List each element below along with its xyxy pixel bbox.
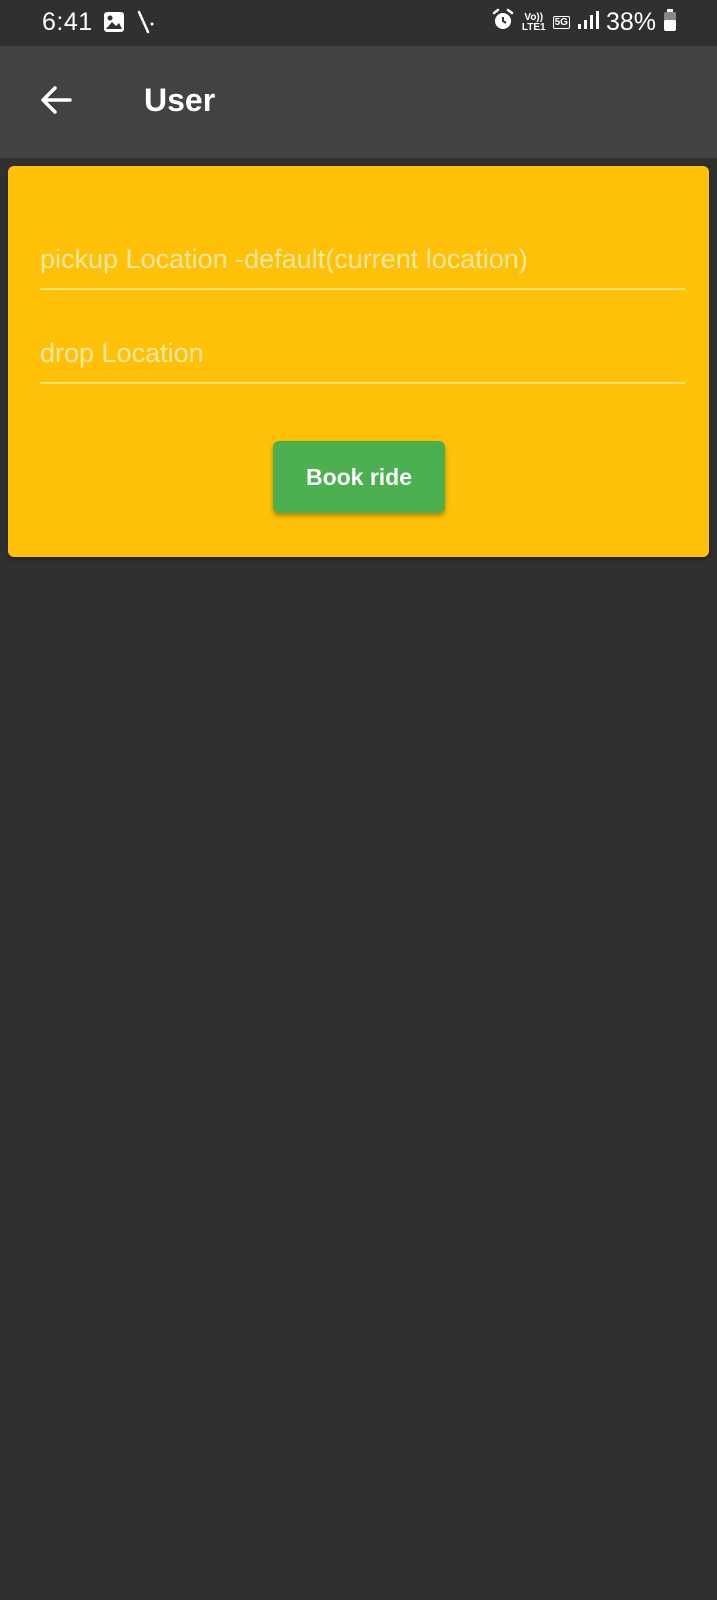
app-bar: User bbox=[0, 46, 717, 158]
status-bar: 6:41 Vo)) LTE1 5G 38% bbox=[0, 0, 717, 46]
drop-location-field bbox=[40, 324, 685, 384]
battery-icon bbox=[663, 8, 677, 37]
status-time: 6:41 bbox=[42, 8, 93, 36]
battery-percent: 38% bbox=[605, 8, 656, 36]
signal-bars-icon bbox=[577, 10, 599, 35]
status-left-icons bbox=[102, 10, 158, 39]
back-button[interactable] bbox=[30, 76, 82, 128]
pickup-location-field bbox=[40, 230, 685, 290]
network-type-badge: 5G bbox=[552, 16, 570, 29]
pickup-location-input[interactable] bbox=[40, 230, 685, 288]
drop-location-input[interactable] bbox=[40, 324, 685, 382]
status-right-icons: Vo)) LTE1 5G 38% bbox=[491, 8, 677, 37]
signal-stroke-icon bbox=[136, 10, 158, 39]
network-label: Vo)) LTE1 bbox=[521, 11, 546, 33]
booking-card: Book ride bbox=[8, 166, 709, 557]
alarm-icon bbox=[491, 8, 515, 37]
page-title: User bbox=[144, 82, 216, 118]
gallery-icon bbox=[102, 10, 126, 39]
book-ride-button[interactable]: Book ride bbox=[273, 441, 445, 513]
arrow-left-icon bbox=[38, 82, 74, 123]
